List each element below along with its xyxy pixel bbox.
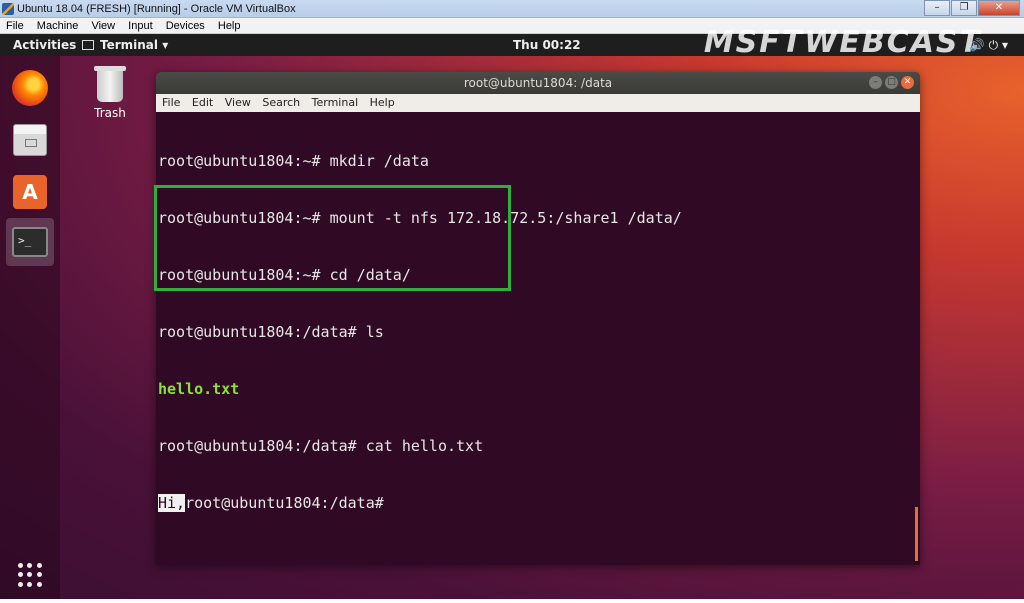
terminal-menubar: File Edit View Search Terminal Help <box>156 94 920 112</box>
ls-output-file: hello.txt <box>158 380 240 398</box>
terminal-menu-edit[interactable]: Edit <box>192 96 213 109</box>
terminal-scrollbar[interactable] <box>915 507 918 561</box>
terminal-menu-file[interactable]: File <box>162 96 180 109</box>
virtualbox-icon <box>2 3 14 15</box>
terminal-minimize-button[interactable]: – <box>869 76 882 89</box>
dock-software[interactable]: A <box>6 168 54 216</box>
terminal-prompt-line: Hi,root@ubuntu1804:/data# <box>158 494 918 513</box>
terminal-menu-help[interactable]: Help <box>370 96 395 109</box>
terminal-window[interactable]: root@ubuntu1804: /data – □ ✕ File Edit V… <box>156 72 920 565</box>
dock-firefox[interactable] <box>6 64 54 112</box>
app-menu-label: Terminal ▾ <box>100 38 169 52</box>
system-menu[interactable]: 🔊 ⏻ ▾ <box>970 34 1008 56</box>
terminal-menu-terminal[interactable]: Terminal <box>312 96 359 109</box>
restore-button[interactable]: ❐ <box>951 0 977 16</box>
watermark-logo: MSFTWEBCAST <box>703 25 982 60</box>
vbox-menu-file[interactable]: File <box>6 20 24 32</box>
terminal-output[interactable]: root@ubuntu1804:~# mkdir /data root@ubun… <box>156 112 920 553</box>
software-icon: A <box>13 175 47 209</box>
vbox-menu-help[interactable]: Help <box>218 20 241 32</box>
terminal-maximize-button[interactable]: □ <box>885 76 898 89</box>
terminal-small-icon <box>82 40 94 50</box>
terminal-line: root@ubuntu1804:~# mount -t nfs 172.18.7… <box>158 209 682 227</box>
terminal-window-controls: – □ ✕ <box>869 76 914 89</box>
terminal-title: root@ubuntu1804: /data <box>463 76 613 90</box>
terminal-menu-search[interactable]: Search <box>262 96 300 109</box>
ubuntu-desktop: Activities Terminal ▾ Thu 00:22 MSFTWEBC… <box>0 25 1024 599</box>
close-button[interactable]: ✕ <box>978 0 1020 16</box>
activities-button[interactable]: Activities <box>13 34 76 56</box>
clock[interactable]: Thu 00:22 <box>513 34 581 56</box>
vbox-menu-input[interactable]: Input <box>128 20 152 32</box>
minimize-button[interactable]: – <box>924 0 950 16</box>
firefox-icon <box>12 70 48 106</box>
vbox-menu-machine[interactable]: Machine <box>37 20 79 32</box>
dock: A >_ <box>0 56 60 599</box>
host-bottom-edge <box>0 599 1024 603</box>
app-menu-terminal[interactable]: Terminal ▾ <box>82 34 168 56</box>
dock-files[interactable] <box>6 116 54 164</box>
terminal-line: root@ubuntu1804:/data# ls <box>158 323 384 341</box>
terminal-close-button[interactable]: ✕ <box>901 76 914 89</box>
trash-icon <box>94 66 126 102</box>
vbox-menu-devices[interactable]: Devices <box>166 20 205 32</box>
vbox-menu-view[interactable]: View <box>91 20 115 32</box>
show-applications-icon[interactable] <box>18 563 42 587</box>
vbox-title-bar: Ubuntu 18.04 (FRESH) [Running] - Oracle … <box>0 0 1024 18</box>
files-icon <box>13 124 47 156</box>
terminal-line: root@ubuntu1804:~# cd /data/ <box>158 266 411 284</box>
terminal-line: root@ubuntu1804:/data# cat hello.txt <box>158 437 484 455</box>
gnome-top-bar: Activities Terminal ▾ Thu 00:22 MSFTWEBC… <box>0 25 1024 60</box>
dock-terminal[interactable]: >_ <box>6 218 54 266</box>
prompt-text: root@ubuntu1804:/data# <box>185 494 384 512</box>
terminal-titlebar[interactable]: root@ubuntu1804: /data – □ ✕ <box>156 72 920 94</box>
trash-label: Trash <box>94 106 126 120</box>
desktop-trash[interactable]: Trash <box>86 66 134 120</box>
terminal-line: root@ubuntu1804:~# mkdir /data <box>158 152 429 170</box>
terminal-menu-view[interactable]: View <box>225 96 251 109</box>
vbox-window-title: Ubuntu 18.04 (FRESH) [Running] - Oracle … <box>17 3 296 15</box>
terminal-icon: >_ <box>12 227 48 257</box>
selected-text[interactable]: Hi, <box>158 494 186 512</box>
vbox-window-controls: – ❐ ✕ <box>923 0 1020 17</box>
